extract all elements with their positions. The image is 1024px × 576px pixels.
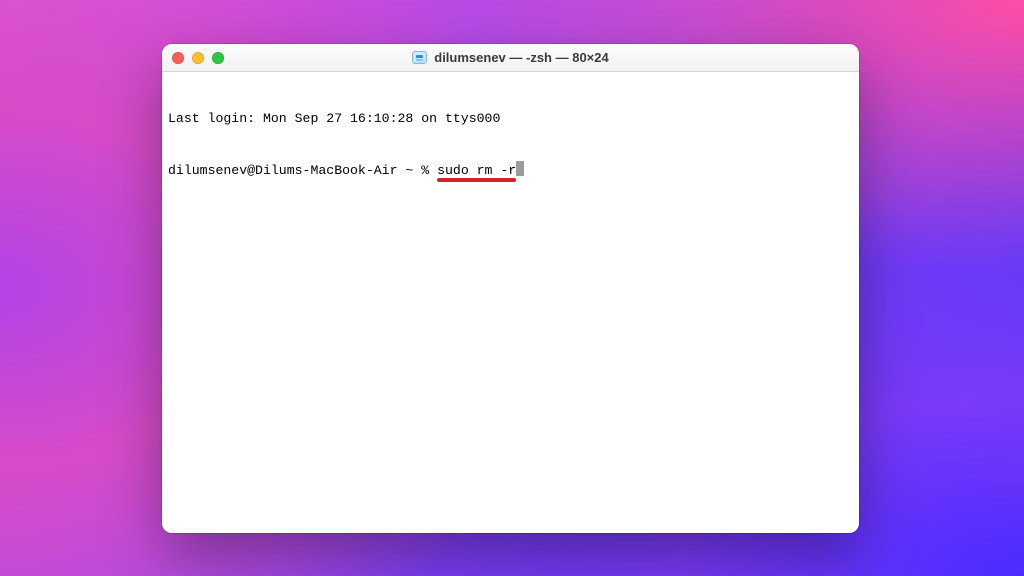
typed-command: sudo rm -r: [437, 162, 516, 179]
zoom-button[interactable]: [212, 52, 224, 64]
terminal-folder-icon: [412, 51, 427, 64]
window-title-text: dilumsenev — ‑zsh — 80×24: [434, 50, 608, 65]
traffic-lights: [162, 44, 224, 71]
text-cursor: [516, 161, 524, 176]
typed-command-text: sudo rm -r: [437, 163, 516, 178]
annotation-underline: [437, 178, 516, 182]
last-login-line: Last login: Mon Sep 27 16:10:28 on ttys0…: [168, 110, 853, 127]
terminal-window: dilumsenev — ‑zsh — 80×24 Last login: Mo…: [162, 44, 859, 533]
window-title: dilumsenev — ‑zsh — 80×24: [412, 50, 608, 65]
terminal-viewport[interactable]: Last login: Mon Sep 27 16:10:28 on ttys0…: [162, 72, 859, 533]
titlebar[interactable]: dilumsenev — ‑zsh — 80×24: [162, 44, 859, 72]
minimize-button[interactable]: [192, 52, 204, 64]
shell-prompt: dilumsenev@Dilums-MacBook-Air ~ %: [168, 163, 437, 178]
prompt-line: dilumsenev@Dilums-MacBook-Air ~ % sudo r…: [168, 161, 853, 179]
close-button[interactable]: [172, 52, 184, 64]
